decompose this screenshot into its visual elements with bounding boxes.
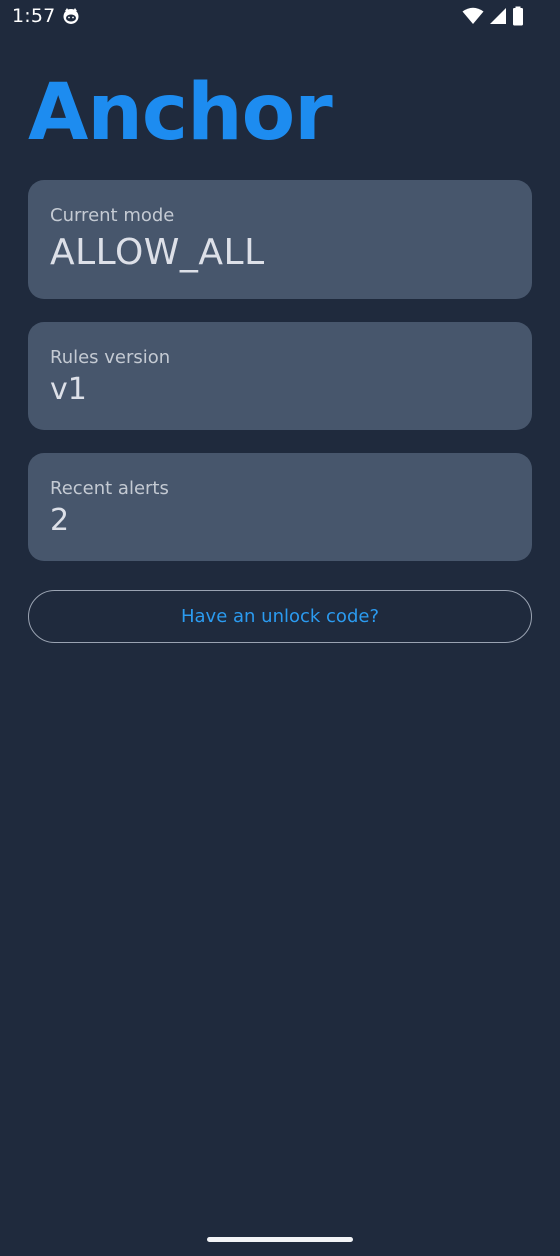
cat-face-icon	[62, 7, 80, 25]
app-screen: 1:57 Anchor Current mode ALLOW_ALL Rules…	[0, 0, 560, 1256]
unlock-code-button[interactable]: Have an unlock code?	[28, 590, 532, 643]
recent-alerts-card: Recent alerts 2	[28, 453, 532, 561]
app-title: Anchor	[28, 68, 333, 158]
status-icons	[462, 6, 524, 26]
battery-icon	[512, 6, 524, 26]
status-bar: 1:57	[0, 0, 560, 34]
recent-alerts-label: Recent alerts	[50, 478, 169, 499]
cellular-signal-icon	[489, 7, 507, 25]
unlock-code-label: Have an unlock code?	[180, 606, 379, 627]
rules-version-card: Rules version v1	[28, 322, 532, 430]
current-mode-value: ALLOW_ALL	[50, 232, 265, 273]
gesture-nav-handle[interactable]	[207, 1237, 353, 1242]
rules-version-value: v1	[50, 372, 87, 407]
recent-alerts-value: 2	[50, 503, 70, 538]
current-mode-label: Current mode	[50, 205, 175, 226]
current-mode-card: Current mode ALLOW_ALL	[28, 180, 532, 299]
wifi-icon	[462, 7, 484, 25]
rules-version-label: Rules version	[50, 347, 171, 368]
status-time: 1:57	[12, 5, 56, 27]
